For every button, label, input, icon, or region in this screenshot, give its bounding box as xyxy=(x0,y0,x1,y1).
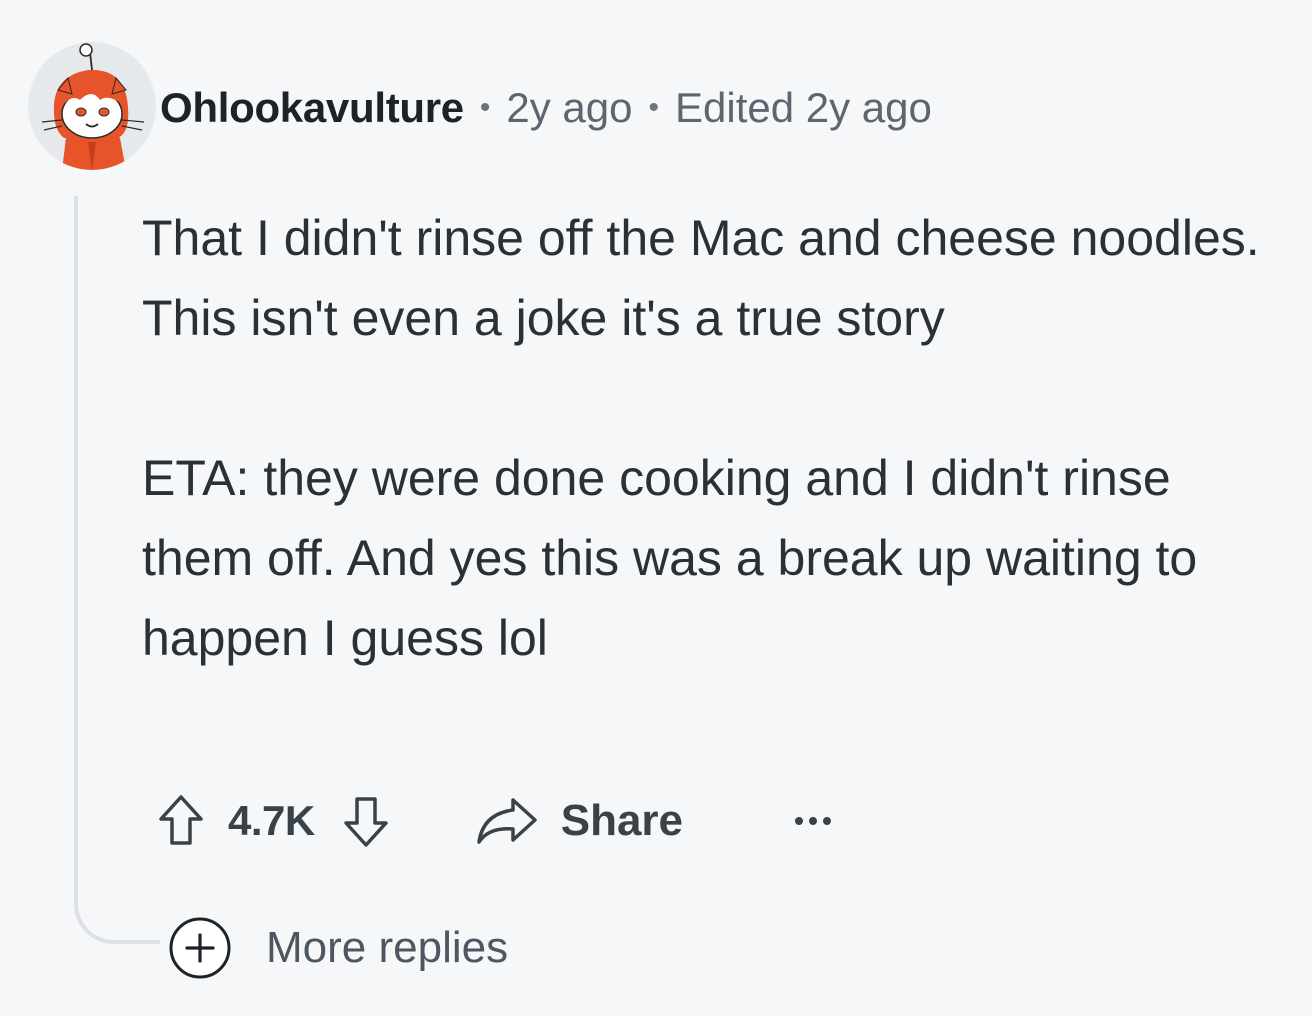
comment-meta: Ohlookavulture • 2y ago • Edited 2y ago xyxy=(160,80,932,136)
arrow-down-icon xyxy=(343,797,388,847)
share-button[interactable]: Share xyxy=(475,796,683,846)
more-replies-label: More replies xyxy=(266,923,509,972)
post-timestamp[interactable]: 2y ago xyxy=(506,84,632,132)
share-label: Share xyxy=(560,796,684,845)
comment-paragraph: ETA: they were done cooking and I didn't… xyxy=(142,450,1198,666)
share-arrow-icon xyxy=(476,798,537,844)
comment-body: That I didn't rinse off the Mac and chee… xyxy=(142,198,1282,678)
meta-separator: • xyxy=(479,91,491,124)
downvote-button[interactable] xyxy=(341,792,391,850)
username-link[interactable]: Ohlookavulture xyxy=(160,84,464,132)
plus-circle-icon xyxy=(169,917,231,979)
arrow-up-icon xyxy=(159,795,203,845)
comment: Ohlookavulture • 2y ago • Edited 2y ago … xyxy=(0,0,1312,1016)
vote-count: 4.7K xyxy=(228,797,315,844)
upvote-button[interactable] xyxy=(156,792,206,850)
ellipsis-icon xyxy=(795,817,832,825)
more-replies-button[interactable]: More replies xyxy=(168,916,508,980)
comment-actions: 4.7K Share xyxy=(156,786,835,856)
more-options-button[interactable] xyxy=(791,814,835,828)
snoo-avatar-icon xyxy=(28,42,156,170)
edited-timestamp: Edited 2y ago xyxy=(675,84,932,131)
avatar[interactable] xyxy=(28,42,156,170)
meta-separator: • xyxy=(648,91,659,124)
comment-paragraph: That I didn't rinse off the Mac and chee… xyxy=(142,210,1260,346)
